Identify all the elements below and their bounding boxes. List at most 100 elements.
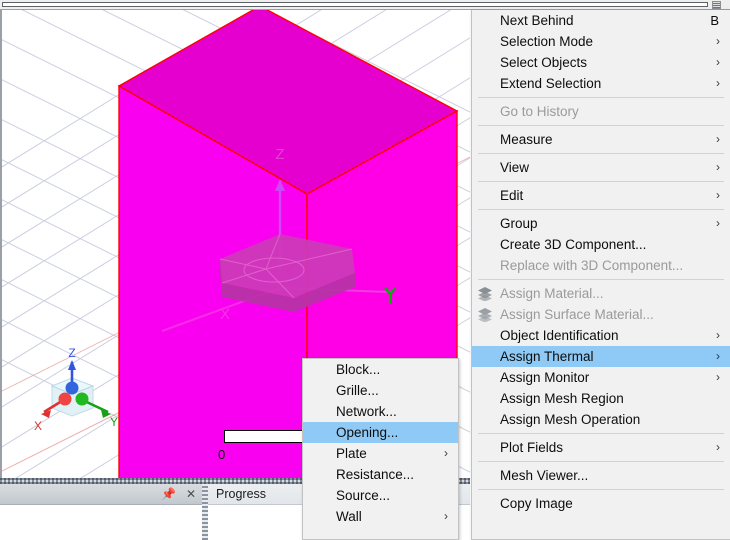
menu-item-label: Resistance... — [336, 467, 414, 482]
menu-item-group[interactable]: Group › — [472, 213, 730, 234]
menu-item-label: Opening... — [336, 425, 398, 440]
chevron-right-icon: › — [716, 325, 720, 346]
chevron-right-icon: › — [716, 185, 720, 206]
menu-item-label: Mesh Viewer... — [500, 468, 588, 483]
menu-item-assign-thermal[interactable]: Assign Thermal › — [472, 346, 730, 367]
menu-item-assign-surface-material: Assign Surface Material... — [472, 304, 730, 325]
menu-item-label: Extend Selection — [500, 76, 601, 91]
menu-item-plot-fields[interactable]: Plot Fields› — [472, 437, 730, 458]
menu-item-source[interactable]: Source... — [303, 485, 458, 506]
menu-item-create-3d-component[interactable]: Create 3D Component... — [472, 234, 730, 255]
menu-item-label: Assign Material... — [500, 286, 604, 301]
menu-separator — [478, 433, 724, 434]
menu-item-shortcut: B — [710, 10, 719, 31]
menu-item-next-behind[interactable]: Next Behind B — [472, 10, 730, 31]
svg-text:Z: Z — [68, 346, 75, 360]
left-panel-header: 📌 ✕ — [0, 484, 202, 505]
svg-text:Z: Z — [275, 146, 284, 163]
menu-item-assign-mesh-region[interactable]: Assign Mesh Region — [472, 388, 730, 409]
chevron-right-icon: › — [716, 129, 720, 150]
top-scrollbar-track[interactable] — [2, 2, 708, 7]
chevron-right-icon: › — [716, 213, 720, 234]
menu-item-label: Create 3D Component... — [500, 237, 646, 252]
menu-item-label: Object Identification — [500, 328, 619, 343]
menu-item-assign-monitor[interactable]: Assign Monitor › — [472, 367, 730, 388]
chevron-right-icon: › — [716, 73, 720, 94]
menu-item-object-identification[interactable]: Object Identification › — [472, 325, 730, 346]
menu-item-label: Go to History — [500, 104, 579, 119]
menu-item-label: View — [500, 160, 529, 175]
chevron-right-icon: › — [716, 437, 720, 458]
menu-item-label: Assign Monitor — [500, 370, 589, 385]
menu-item-label: Assign Thermal — [500, 349, 594, 364]
close-icon[interactable]: ✕ — [186, 486, 196, 502]
svg-text:X: X — [220, 306, 230, 323]
menu-separator — [478, 153, 724, 154]
svg-text:Y: Y — [110, 415, 118, 429]
menu-separator — [478, 125, 724, 126]
menu-item-network[interactable]: Network... — [303, 401, 458, 422]
menu-item-assign-mesh-operation[interactable]: Assign Mesh Operation — [472, 409, 730, 430]
svg-text:X: X — [34, 419, 42, 433]
context-menu[interactable]: Next BehindBSelection Mode›Select Object… — [471, 10, 730, 540]
chevron-right-icon: › — [444, 443, 448, 464]
menu-item-label: Assign Mesh Region — [500, 391, 624, 406]
menu-item-label: Next Behind — [500, 13, 574, 28]
surface-material-stack-icon — [477, 307, 493, 322]
chevron-right-icon: › — [716, 157, 720, 178]
menu-item-extend-selection[interactable]: Extend Selection › — [472, 73, 730, 94]
menu-item-label: Plate — [336, 446, 367, 461]
menu-item-replace-with-3d-component: Replace with 3D Component... — [472, 255, 730, 276]
pin-icon[interactable]: 📌 — [161, 486, 176, 502]
menu-item-grille[interactable]: Grille... — [303, 380, 458, 401]
menu-item-label: Selection Mode — [500, 34, 593, 49]
menu-item-label: Assign Surface Material... — [500, 307, 654, 322]
menu-separator — [478, 461, 724, 462]
menu-separator — [478, 97, 724, 98]
menu-separator — [478, 181, 724, 182]
menu-item-plate[interactable]: Plate › — [303, 443, 458, 464]
top-scroll-strip — [0, 0, 730, 10]
menu-item-label: Group — [500, 216, 538, 231]
menu-item-label: Wall — [336, 509, 362, 524]
chevron-right-icon: › — [716, 31, 720, 52]
menu-item-assign-material: Assign Material... — [472, 283, 730, 304]
menu-item-mesh-viewer[interactable]: Mesh Viewer... — [472, 465, 730, 486]
menu-item-label: Replace with 3D Component... — [500, 258, 683, 273]
menu-item-label: Edit — [500, 188, 523, 203]
menu-separator — [478, 279, 724, 280]
menu-item-opening[interactable]: Opening... — [303, 422, 458, 443]
menu-item-view[interactable]: View › — [472, 157, 730, 178]
menu-item-go-to-history: Go to History — [472, 101, 730, 122]
menu-separator — [478, 489, 724, 490]
menu-item-label: Network... — [336, 404, 397, 419]
menu-item-wall[interactable]: Wall › — [303, 506, 458, 527]
menu-item-block[interactable]: Block... — [303, 359, 458, 380]
progress-panel-title: Progress — [216, 487, 266, 501]
chevron-right-icon: › — [716, 367, 720, 388]
chevron-right-icon: › — [716, 346, 720, 367]
menu-item-label: Copy Image — [500, 496, 573, 511]
menu-item-label: Select Objects — [500, 55, 587, 70]
menu-item-resistance[interactable]: Resistance... — [303, 464, 458, 485]
menu-item-selection-mode[interactable]: Selection Mode › — [472, 31, 730, 52]
chevron-right-icon: › — [444, 506, 448, 527]
assign-thermal-submenu[interactable]: Block... Grille... Network... Opening... Pla… — [302, 358, 459, 540]
chevron-right-icon: › — [716, 52, 720, 73]
menu-item-copy-image[interactable]: Copy Image — [472, 493, 730, 514]
application-window: Z X — [0, 0, 730, 540]
menu-separator — [478, 209, 724, 210]
scale-bar-label: 0 — [218, 447, 225, 462]
left-panel-body — [0, 505, 202, 540]
menu-item-select-objects[interactable]: Select Objects › — [472, 52, 730, 73]
menu-item-label: Measure — [500, 132, 553, 147]
material-stack-icon — [477, 286, 493, 301]
scale-bar — [224, 430, 308, 443]
menu-item-label: Assign Mesh Operation — [500, 412, 640, 427]
menu-item-measure[interactable]: Measure › — [472, 129, 730, 150]
axis-triad-gizmo[interactable]: Z X Y — [20, 346, 135, 441]
menu-item-label: Grille... — [336, 383, 379, 398]
menu-item-label: Source... — [336, 488, 390, 503]
menu-item-edit[interactable]: Edit › — [472, 185, 730, 206]
resize-grip-icon[interactable] — [712, 1, 721, 9]
